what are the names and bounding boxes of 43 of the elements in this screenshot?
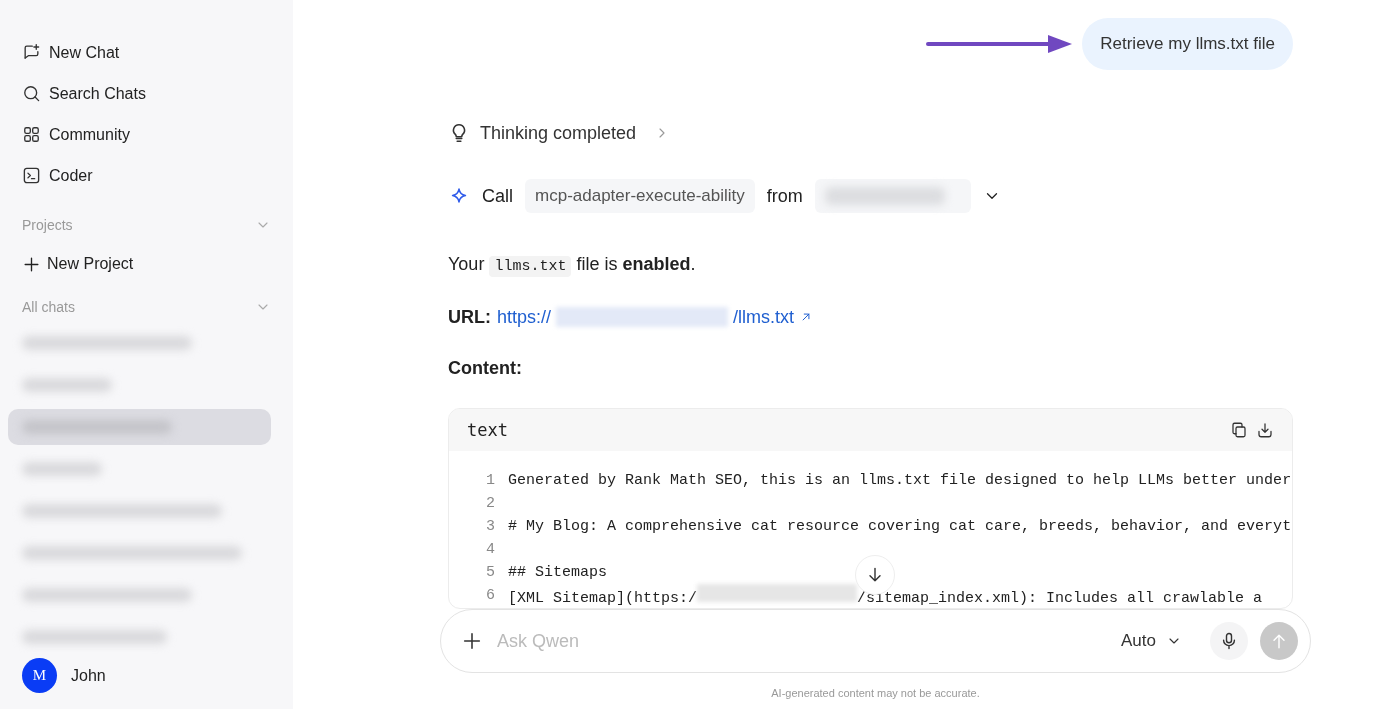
model-selector[interactable]: Auto — [1121, 631, 1182, 651]
user-avatar[interactable]: M — [22, 658, 57, 693]
code-line: Generated by Rank Math SEO, this is an llms.txt file designed to help LLMs better under — [508, 472, 1292, 489]
section-label: Projects — [22, 217, 73, 234]
download-icon[interactable] — [1256, 421, 1274, 439]
line-number: 5 — [485, 564, 496, 581]
url-link[interactable]: https:// /llms.txt — [497, 306, 814, 328]
call-label: Call — [482, 185, 513, 207]
user-name: John — [71, 666, 106, 685]
code-line: [XML Sitemap](https:/ /sitemap_index.xml): Includes all crawlable a — [508, 584, 1263, 607]
from-label: from — [766, 185, 803, 207]
line-number: 2 — [485, 495, 496, 512]
plus-icon[interactable] — [461, 630, 483, 652]
plus-icon — [22, 254, 41, 274]
line-number: 3 — [485, 518, 496, 535]
copy-icon[interactable] — [1230, 421, 1248, 439]
disclaimer-text: AI-generated content may not be accurate. — [771, 687, 980, 701]
blurred-chat-item[interactable] — [8, 409, 271, 445]
search-icon — [22, 84, 41, 103]
sidebar-nav-item[interactable]: Community — [22, 114, 271, 155]
line-number: 4 — [485, 541, 496, 558]
status-sentence: Your llms.txt file is enabled. — [448, 253, 697, 279]
terminal-icon — [22, 166, 41, 185]
content-label: Content: — [448, 357, 523, 380]
user-message: Retrieve my llms.txt file — [1082, 18, 1293, 70]
new-project-item[interactable]: New Project — [22, 251, 271, 278]
grid-icon — [22, 125, 41, 144]
line-number: 6 — [485, 587, 496, 604]
code-language: text — [467, 420, 508, 440]
line-number: 1 — [485, 472, 496, 489]
sidebar-nav-item[interactable]: Coder — [22, 155, 271, 196]
send-button[interactable] — [1260, 622, 1298, 660]
sidebar-nav-item[interactable]: Search Chats — [22, 73, 271, 114]
message-composer[interactable]: Ask Qwen Auto — [440, 609, 1311, 673]
code-line: # My Blog: A comprehensive cat resource covering cat care, breeds, behavior, and everyt — [508, 518, 1292, 535]
sidebar-nav-item[interactable]: New Chat — [22, 32, 271, 73]
code-line: ## Sitemaps — [508, 564, 608, 581]
tool-name-chip: mcp-adapter-execute-ability — [525, 179, 755, 213]
chat-plus-icon — [22, 43, 41, 62]
url-label: URL: — [448, 306, 491, 328]
thinking-status[interactable]: Thinking completed — [480, 122, 637, 144]
section-label: All chats — [22, 298, 75, 315]
microphone-button[interactable] — [1210, 622, 1248, 660]
